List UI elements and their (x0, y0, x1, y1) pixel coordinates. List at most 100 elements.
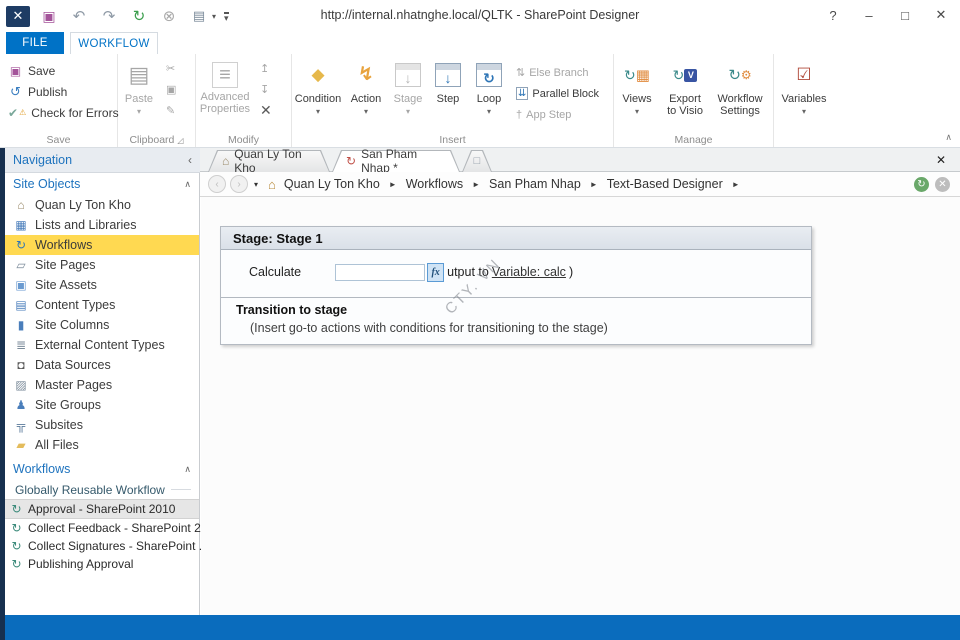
reusable-workflow-heading: Globally Reusable Workflow (5, 480, 199, 499)
breadcrumb-home-icon[interactable]: ⌂ (268, 177, 276, 192)
quick-access-toolbar: ✕ ▣ ↶ ↷ ↻ ⊗ ▤ ▾ ▾ (4, 4, 229, 28)
workflow-item-collect-feedback[interactable]: ↻ Collect Feedback - SharePoint 2... (5, 519, 199, 537)
views-icon: ▦ (636, 66, 650, 84)
sidebar-item-external-content-types[interactable]: ≣External Content Types (5, 335, 199, 355)
breadcrumb-item[interactable]: Quan Ly Ton Kho (282, 177, 382, 191)
transition-title: Transition to stage (236, 303, 347, 317)
doc-tab-san-pham-nhap[interactable]: ↻ San Pham Nhap * (332, 150, 460, 172)
external-content-types-icon: ≣ (13, 338, 29, 352)
workflow-settings-button[interactable]: ↻⚙ WorkflowSettings (710, 54, 770, 134)
calculate-value-input[interactable] (335, 264, 425, 281)
group-label-clipboard: Clipboard◿ (118, 134, 195, 146)
loop-dropdown-icon: ▾ (487, 107, 491, 116)
ribbon-group-modify: ≡ AdvancedProperties ↥ ↧ ✕ Modify (196, 54, 292, 147)
close-page-icon[interactable]: ✕ (935, 177, 950, 192)
sidebar-item-lists-and-libraries[interactable]: ▦Lists and Libraries (5, 215, 199, 235)
cut-button: ✂ (160, 58, 176, 79)
loop-button[interactable]: ↻ Loop ▾ (468, 54, 510, 134)
section-collapse-icon[interactable]: ∧ (184, 179, 191, 190)
tab-workflow[interactable]: WORKFLOW (70, 32, 158, 55)
new-tab-button[interactable]: □ (462, 150, 492, 172)
action-dropdown-icon: ▾ (364, 107, 368, 116)
nav-collapse-icon[interactable]: ‹ (188, 153, 192, 167)
sidebar-item-site-assets[interactable]: ▣Site Assets (5, 275, 199, 295)
breadcrumb-separator-icon: ► (587, 180, 601, 189)
undo-icon[interactable]: ↶ (68, 6, 90, 26)
master-pages-icon: ▨ (13, 378, 29, 392)
clipboard-launcher-icon[interactable]: ◿ (177, 136, 183, 145)
breadcrumb-item[interactable]: San Pham Nhap (487, 177, 583, 191)
minimize-icon[interactable]: – (856, 4, 882, 26)
all-files-icon: ▰ (13, 438, 29, 452)
paren-label: ) (569, 265, 573, 279)
refresh-page-icon[interactable]: ↻ (914, 177, 929, 192)
back-icon[interactable]: ‹ (208, 175, 226, 193)
advanced-properties-icon: ≡ (212, 62, 238, 88)
delete-button[interactable]: ✕ (254, 100, 272, 121)
tab-file[interactable]: FILE (6, 32, 64, 54)
maximize-icon[interactable]: □ (892, 4, 918, 26)
breadcrumb-item[interactable]: Text-Based Designer (605, 177, 725, 191)
redo-icon[interactable]: ↷ (98, 6, 120, 26)
check-for-errors-button[interactable]: ✔⚠ Check for Errors (0, 102, 117, 123)
sidebar-item-site-pages[interactable]: ▱Site Pages (5, 255, 199, 275)
views-button[interactable]: ↻▦ Views ▾ (614, 54, 660, 134)
sidebar-item-site-groups[interactable]: ♟Site Groups (5, 395, 199, 415)
variables-button[interactable]: ☑ Variables ▾ (774, 54, 834, 134)
condition-button[interactable]: ◆ Condition ▾ (292, 54, 344, 134)
visio-icon: V (684, 69, 697, 82)
action-button[interactable]: ↯ Action ▾ (344, 54, 388, 134)
workflow-icon: ↻ (13, 238, 29, 252)
close-tab-icon[interactable]: ✕ (936, 153, 946, 167)
help-icon[interactable]: ? (820, 4, 846, 26)
site-pages-icon: ▱ (13, 258, 29, 272)
navigation-pane-header: Navigation ‹ (5, 148, 200, 173)
workflows-section-header[interactable]: Workflows ∧ (5, 458, 199, 480)
close-icon[interactable]: ✕ (928, 4, 954, 26)
step-button[interactable]: ↓ Step (428, 54, 468, 134)
advanced-properties-button: ≡ AdvancedProperties (196, 54, 254, 134)
publish-icon: ↺ (8, 84, 23, 100)
export-arrows-icon: ↻ (673, 67, 685, 84)
site-columns-icon: ▮ (13, 318, 29, 332)
sidebar-item-site-columns[interactable]: ▮Site Columns (5, 315, 199, 335)
sidebar-item-all-files[interactable]: ▰All Files (5, 435, 199, 455)
publish-button[interactable]: ↺ Publish (0, 81, 117, 102)
stop-icon[interactable]: ⊗ (158, 6, 180, 26)
collapse-ribbon-icon[interactable]: ∧ (945, 132, 952, 143)
customize-qat-icon[interactable]: ▾ (224, 12, 229, 21)
site-objects-header[interactable]: Site Objects ∧ (5, 173, 199, 195)
forward-icon[interactable]: › (230, 175, 248, 193)
fx-button[interactable]: fx (427, 263, 444, 282)
export-to-visio-button[interactable]: ↻V Exportto Visio (660, 54, 710, 134)
breadcrumb-item[interactable]: Workflows (404, 177, 465, 191)
ribbon-group-insert: ◆ Condition ▾ ↯ Action ▾ ↓ Stage ▾ ↓ Ste… (292, 54, 614, 147)
history-dropdown-icon[interactable]: ▾ (254, 180, 258, 189)
paste-icon: ▤ (129, 60, 150, 90)
stage-dropdown-icon: ▾ (406, 107, 410, 116)
preview-icon[interactable]: ▤ (188, 6, 210, 26)
group-label-modify: Modify (196, 134, 291, 146)
sidebar-item-master-pages[interactable]: ▨Master Pages (5, 375, 199, 395)
sidebar-item-quan-ly-ton-kho[interactable]: ⌂Quan Ly Ton Kho (5, 195, 199, 215)
preview-dropdown-icon[interactable]: ▾ (212, 12, 216, 21)
paste-button: ▤ Paste ▾ (118, 54, 160, 134)
app-icon[interactable]: ✕ (6, 6, 30, 27)
sidebar-item-content-types[interactable]: ▤Content Types (5, 295, 199, 315)
sidebar-item-workflows[interactable]: ↻Workflows (5, 235, 199, 255)
save-button[interactable]: ▣ Save (0, 60, 117, 81)
sidebar-item-data-sources[interactable]: ◘Data Sources (5, 355, 199, 375)
refresh-icon[interactable]: ↻ (128, 6, 150, 26)
variables-icon: ☑ (796, 60, 811, 90)
condition-dropdown-icon: ▾ (316, 107, 320, 116)
home-icon: ⌂ (222, 154, 229, 168)
workflow-item-publishing-approval[interactable]: ↻ Publishing Approval (5, 555, 199, 573)
parallel-block-icon: ⇊ (516, 87, 528, 100)
workflow-item-collect-signatures[interactable]: ↻ Collect Signatures - SharePoint ... (5, 537, 199, 555)
save-icon[interactable]: ▣ (38, 6, 60, 26)
sidebar-item-subsites[interactable]: ╦Subsites (5, 415, 199, 435)
workflow-item-approval[interactable]: ↻ Approval - SharePoint 2010 (5, 499, 199, 519)
section-collapse-icon[interactable]: ∧ (184, 464, 191, 475)
doc-tab-quan-ly-ton-kho[interactable]: ⌂ Quan Ly Ton Kho (208, 150, 330, 172)
parallel-block-button[interactable]: ⇊ Parallel Block (510, 83, 599, 104)
